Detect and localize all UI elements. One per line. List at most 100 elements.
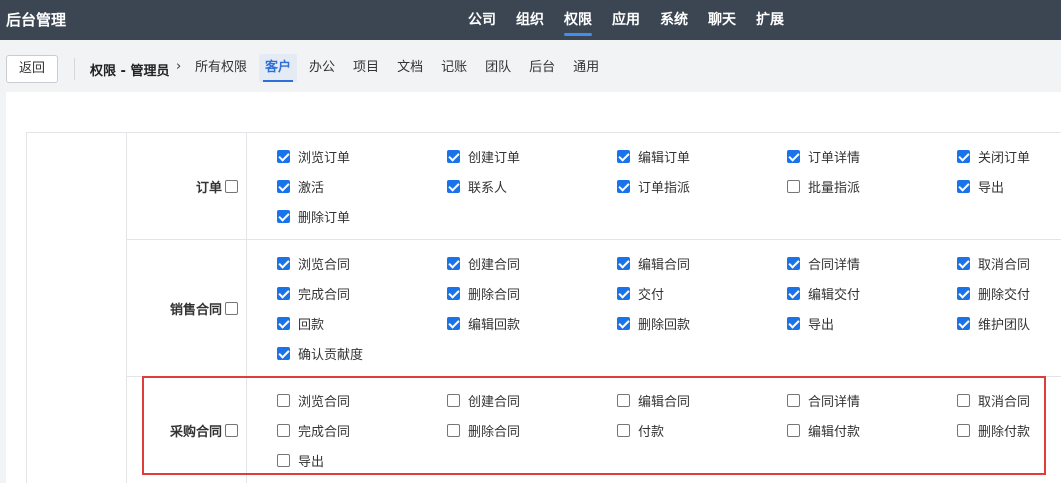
tab-2[interactable]: 办公 [303,54,341,82]
nav-item-1[interactable]: 组织 [516,0,544,40]
permission-checkbox[interactable] [447,393,460,407]
permission-item[interactable]: 订单详情 [787,147,957,166]
permission-group-row: 采购合同 浏览合同 创建合同 编辑合同 合同详情 取消合同完成合同 删除合同 付款 编辑付款 删除… [127,377,1061,483]
back-button[interactable]: 返回 [6,55,58,83]
permission-item[interactable]: 删除交付 [957,284,1061,303]
permission-checkbox[interactable] [277,149,290,163]
permission-item[interactable]: 联系人 [447,177,617,196]
tab-4[interactable]: 文档 [391,54,429,82]
permission-checkbox[interactable] [447,423,460,437]
nav-item-2[interactable]: 权限 [564,0,592,40]
nav-item-6[interactable]: 扩展 [756,0,784,40]
tab-1[interactable]: 客户 [259,54,298,82]
permission-checkbox[interactable] [277,316,290,330]
permission-checkbox[interactable] [617,149,630,163]
permission-checkbox[interactable] [957,393,970,407]
group-select-all-checkbox[interactable] [225,301,238,315]
permission-item[interactable]: 编辑订单 [617,147,787,166]
permission-item[interactable]: 导出 [957,177,1061,196]
permission-checkbox[interactable] [617,286,630,300]
permission-checkbox[interactable] [787,256,800,270]
permission-item[interactable]: 编辑付款 [787,421,957,440]
permission-item[interactable]: 合同详情 [787,254,957,273]
permission-checkbox[interactable] [787,149,800,163]
permission-item[interactable]: 批量指派 [787,177,957,196]
permission-item[interactable]: 删除合同 [447,421,617,440]
permission-checkbox[interactable] [957,179,970,193]
permission-checkbox[interactable] [277,179,290,193]
permission-item[interactable]: 删除合同 [447,284,617,303]
permission-checkbox[interactable] [957,423,970,437]
permission-item[interactable]: 编辑交付 [787,284,957,303]
permission-item[interactable]: 合同详情 [787,391,957,410]
permission-item[interactable]: 删除回款 [617,314,787,333]
permission-checkbox[interactable] [617,393,630,407]
permission-checkbox[interactable] [447,179,460,193]
permission-checkbox[interactable] [447,316,460,330]
permission-checkbox[interactable] [617,316,630,330]
permission-item[interactable]: 创建合同 [447,391,617,410]
tab-8[interactable]: 通用 [567,54,605,82]
permission-item[interactable]: 浏览合同 [277,254,447,273]
permission-item[interactable]: 删除订单 [277,207,447,226]
permission-checkbox[interactable] [277,393,290,407]
permission-checkbox[interactable] [447,149,460,163]
tab-0[interactable]: 所有权限 [195,54,253,82]
group-select-all-checkbox[interactable] [225,179,238,193]
permission-checkbox[interactable] [957,256,970,270]
permission-checkbox[interactable] [787,286,800,300]
tab-3[interactable]: 项目 [347,54,385,82]
nav-item-0[interactable]: 公司 [468,0,496,40]
group-label[interactable]: 销售合同 [127,240,247,376]
permission-checkbox[interactable] [787,423,800,437]
permission-checkbox[interactable] [787,393,800,407]
permission-item[interactable]: 回款 [277,314,447,333]
permission-item[interactable]: 创建合同 [447,254,617,273]
nav-item-4[interactable]: 系统 [660,0,688,40]
permission-checkbox[interactable] [277,286,290,300]
permission-item[interactable]: 导出 [277,451,447,470]
permission-checkbox[interactable] [787,316,800,330]
permission-item[interactable]: 编辑合同 [617,254,787,273]
permission-item[interactable]: 取消合同 [957,254,1061,273]
permission-item[interactable]: 取消合同 [957,391,1061,410]
permission-checkbox[interactable] [957,316,970,330]
permission-checkbox[interactable] [277,256,290,270]
permission-checkbox[interactable] [277,453,290,467]
permission-checkbox[interactable] [277,209,290,223]
permission-checkbox[interactable] [617,179,630,193]
permission-checkbox[interactable] [617,423,630,437]
permission-item[interactable]: 维护团队 [957,314,1061,333]
permission-checkbox[interactable] [957,286,970,300]
permission-item[interactable]: 编辑合同 [617,391,787,410]
nav-item-3[interactable]: 应用 [612,0,640,40]
permission-checkbox[interactable] [277,346,290,360]
permission-checkbox[interactable] [447,286,460,300]
permission-item[interactable]: 付款 [617,421,787,440]
group-label[interactable]: 订单 [127,133,247,239]
nav-item-5[interactable]: 聊天 [708,0,736,40]
permission-item[interactable]: 导出 [787,314,957,333]
group-label[interactable]: 采购合同 [127,377,247,483]
permission-item[interactable]: 交付 [617,284,787,303]
permission-checkbox[interactable] [447,256,460,270]
permission-item[interactable]: 完成合同 [277,284,447,303]
permission-item[interactable]: 完成合同 [277,421,447,440]
permission-item[interactable]: 关闭订单 [957,147,1061,166]
tab-6[interactable]: 团队 [479,54,517,82]
permission-item[interactable]: 激活 [277,177,447,196]
permission-checkbox[interactable] [787,179,800,193]
permission-checkbox[interactable] [957,149,970,163]
permission-item[interactable]: 浏览订单 [277,147,447,166]
tab-7[interactable]: 后台 [523,54,561,82]
permission-item[interactable]: 订单指派 [617,177,787,196]
group-select-all-checkbox[interactable] [225,423,238,437]
permission-checkbox[interactable] [617,256,630,270]
permission-item[interactable]: 确认贡献度 [277,344,447,363]
permission-checkbox[interactable] [277,423,290,437]
tab-5[interactable]: 记账 [435,54,473,82]
permission-item[interactable]: 编辑回款 [447,314,617,333]
permission-item[interactable]: 浏览合同 [277,391,447,410]
permission-item[interactable]: 创建订单 [447,147,617,166]
permission-item[interactable]: 删除付款 [957,421,1061,440]
